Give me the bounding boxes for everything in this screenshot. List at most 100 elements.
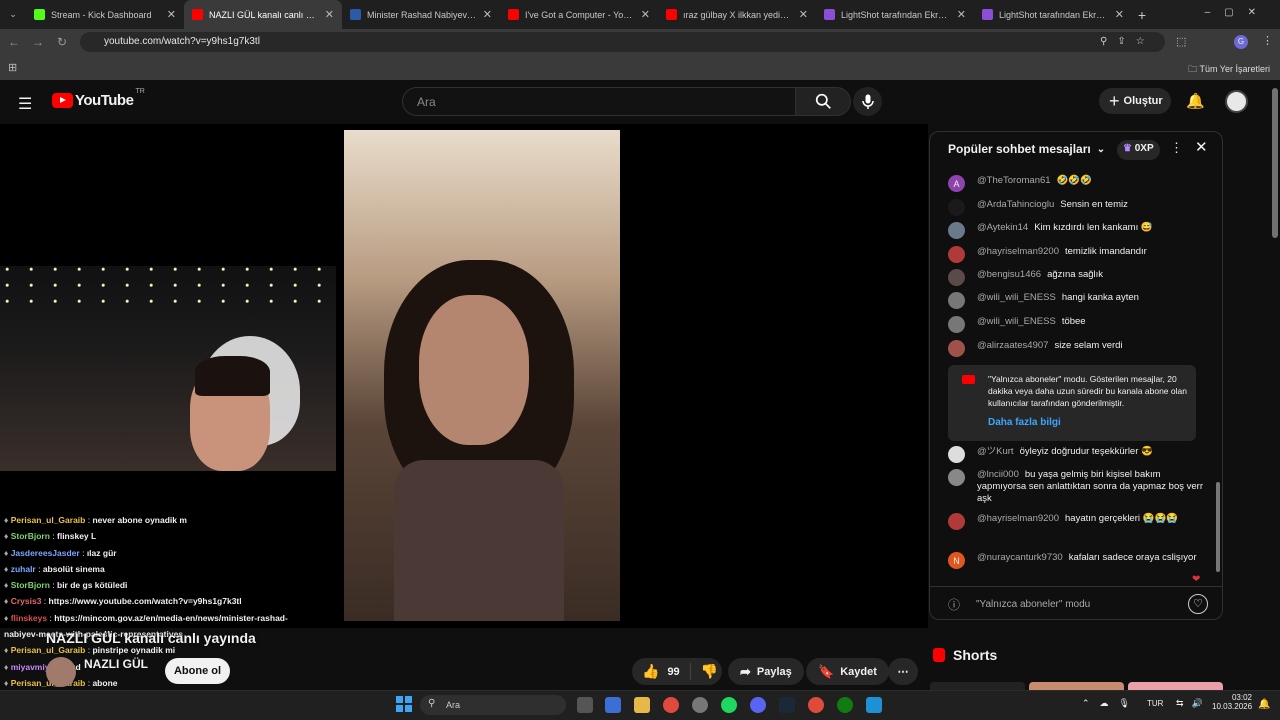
clock[interactable]: 03:02 10.03.2026 — [1212, 693, 1252, 711]
new-tab-icon[interactable]: + — [1132, 7, 1152, 23]
chevron-down-icon[interactable]: ⌄ — [1097, 144, 1105, 155]
short-thumb-2[interactable] — [1029, 682, 1124, 690]
chat-author[interactable]: @lncii000 — [977, 469, 1019, 480]
chat-avatar[interactable] — [948, 446, 965, 463]
chat-message[interactable]: A @TheToroman61 🤣🤣🤣 — [948, 175, 1204, 192]
browser-tab[interactable]: Stream - Kick Dashboard ✕ — [26, 0, 184, 29]
browser-tab[interactable]: LightShot tarafından Ekran Gör ✕ — [816, 0, 974, 29]
menu-icon[interactable]: ⋮ — [1262, 34, 1273, 47]
share-button[interactable]: ➦ Paylaş — [728, 658, 804, 685]
chat-message[interactable]: @wili_wili_ENESS hangi kanka ayten — [948, 292, 1204, 309]
extensions-icon[interactable]: ⬚ — [1176, 35, 1186, 48]
task-view-icon[interactable] — [577, 697, 593, 713]
app-icon[interactable] — [866, 697, 882, 713]
chat-author[interactable]: @Aytekin14 — [977, 222, 1028, 233]
search-button[interactable] — [795, 87, 851, 116]
close-tab-icon[interactable]: ✕ — [799, 8, 808, 21]
short-thumb-1[interactable] — [930, 682, 1025, 690]
browser-tab[interactable]: I've Got a Computer - YouTube ✕ — [500, 0, 658, 29]
chat-author[interactable]: @ツKurt — [977, 446, 1014, 457]
learn-more-link[interactable]: Daha fazla bilgi — [988, 417, 1188, 429]
subscribe-button[interactable]: Abone ol — [165, 658, 230, 684]
chat-message[interactable]: @ツKurt öyleyiz doğrudur teşekkürler 😎 — [948, 446, 1204, 463]
dislike-button[interactable]: 👎 — [691, 663, 728, 680]
spotify-icon[interactable] — [721, 697, 737, 713]
discord-icon[interactable] — [750, 697, 766, 713]
chat-avatar[interactable]: A — [948, 175, 965, 192]
steam-icon[interactable] — [779, 697, 795, 713]
all-bookmarks[interactable]: 🗀 Tüm Yer İşaretleri — [1188, 62, 1270, 78]
channel-name[interactable]: NAZLI GÜL — [84, 657, 148, 671]
chat-author[interactable]: @wili_wili_ENESS — [977, 292, 1056, 303]
chat-author[interactable]: @bengisu1466 — [977, 269, 1041, 280]
chat-scrollbar[interactable] — [1216, 482, 1220, 572]
chat-author[interactable]: @TheToroman61 — [977, 175, 1051, 186]
system-tray-icons[interactable]: ⌃☁🎙 — [1082, 698, 1140, 709]
short-thumb-3[interactable] — [1128, 682, 1223, 690]
close-tab-icon[interactable]: ✕ — [167, 8, 176, 21]
browser-tab[interactable]: NAZLI GÜL kanalı canlı yayında ✕ — [184, 0, 342, 29]
chat-message[interactable]: @lncii000 bu yaşa gelmiş biri kişisel bak… — [948, 469, 1204, 505]
close-tab-icon[interactable]: ✕ — [641, 8, 650, 21]
chat-avatar[interactable] — [948, 469, 965, 486]
chrome-icon[interactable] — [663, 697, 679, 713]
close-tab-icon[interactable]: ✕ — [325, 8, 334, 21]
window-controls[interactable]: –▢✕ — [1205, 7, 1270, 18]
chat-message[interactable]: @bengisu1466 ağzına sağlık — [948, 269, 1204, 286]
browser-tab[interactable]: ıraz gülbay X ilkkan yedinci - Yo ✕ — [658, 0, 816, 29]
back-icon[interactable]: ← — [2, 35, 26, 49]
chat-avatar[interactable] — [948, 316, 965, 333]
chat-author[interactable]: @alirzaates4907 — [977, 340, 1048, 351]
apps-icon[interactable]: ⊞ — [8, 61, 17, 74]
chat-avatar[interactable]: N — [948, 552, 965, 569]
search-input[interactable]: Ara — [402, 87, 795, 116]
chat-author[interactable]: @wili_wili_ENESS — [977, 316, 1056, 327]
toolbar-icons[interactable]: ⚲⇪☆ — [1100, 36, 1155, 47]
language-indicator[interactable]: TUR — [1147, 699, 1163, 708]
chat-message[interactable]: @wili_wili_ENESS töbee — [948, 316, 1204, 333]
chat-message[interactable]: @ArdaTahincioglu Sensin en temiz — [948, 199, 1204, 216]
close-tab-icon[interactable]: ✕ — [1115, 8, 1124, 21]
chat-message[interactable]: @alirzaates4907 size selam verdi — [948, 340, 1204, 357]
chat-message[interactable]: @Aytekin14 Kim kızdırdı len kankamı 😅 — [948, 222, 1204, 239]
profile-avatar[interactable]: G — [1234, 35, 1248, 49]
account-avatar[interactable] — [1225, 90, 1248, 113]
chat-avatar[interactable] — [948, 513, 965, 530]
close-tab-icon[interactable]: ✕ — [957, 8, 966, 21]
page-scrollbar[interactable] — [1272, 88, 1278, 238]
url-input[interactable]: youtube.com/watch?v=y9hs1g7k3tl — [80, 32, 1165, 52]
chat-message[interactable]: @hayriselman9200 temizlik imandandır — [948, 246, 1204, 263]
chat-avatar[interactable] — [948, 222, 965, 239]
network-volume-icons[interactable]: ⇆🔊 — [1176, 698, 1211, 709]
more-actions-button[interactable]: ⋯ — [888, 658, 918, 685]
chrome-active-icon[interactable] — [808, 697, 824, 713]
taskbar-search[interactable]: ⚲ Ara — [420, 695, 566, 715]
channel-avatar[interactable] — [46, 657, 76, 687]
forward-icon[interactable]: → — [26, 35, 50, 49]
xbox-icon[interactable] — [837, 697, 853, 713]
chat-message[interactable]: N @nuraycanturk9730 kafaları sadece oraya … — [948, 552, 1204, 569]
xp-badge[interactable]: ♛ 0XP — [1117, 140, 1160, 160]
notification-center-icon[interactable]: 🔔 — [1258, 699, 1270, 710]
chat-avatar[interactable] — [948, 269, 965, 286]
heart-button[interactable]: ♡ — [1188, 594, 1208, 614]
store-icon[interactable] — [605, 697, 621, 713]
save-button[interactable]: 🔖 Kaydet — [806, 658, 889, 685]
browser-tab[interactable]: LightShot tarafından Ekran Gör ✕ — [974, 0, 1132, 29]
chat-avatar[interactable] — [948, 340, 965, 357]
chat-avatar[interactable] — [948, 292, 965, 309]
chat-author[interactable]: @hayriselman9200 — [977, 246, 1059, 257]
chat-author[interactable]: @hayriselman9200 — [977, 513, 1059, 524]
chat-menu-icon[interactable]: ⋮ — [1170, 140, 1183, 156]
notifications-bell-icon[interactable]: 🔔 — [1186, 92, 1205, 110]
file-explorer-icon[interactable] — [634, 697, 650, 713]
close-tab-icon[interactable]: ✕ — [483, 8, 492, 21]
chatgpt-icon[interactable] — [692, 697, 708, 713]
chat-avatar[interactable] — [948, 246, 965, 263]
chat-avatar[interactable] — [948, 199, 965, 216]
voice-search-button[interactable] — [853, 87, 882, 116]
reload-icon[interactable]: ↻ — [50, 35, 74, 49]
chat-author[interactable]: @ArdaTahincioglu — [977, 199, 1054, 210]
chat-message[interactable]: @hayriselman9200 hayatın gerçekleri 😭😭😭 — [948, 513, 1204, 530]
hamburger-menu-icon[interactable]: ☰ — [18, 94, 32, 114]
